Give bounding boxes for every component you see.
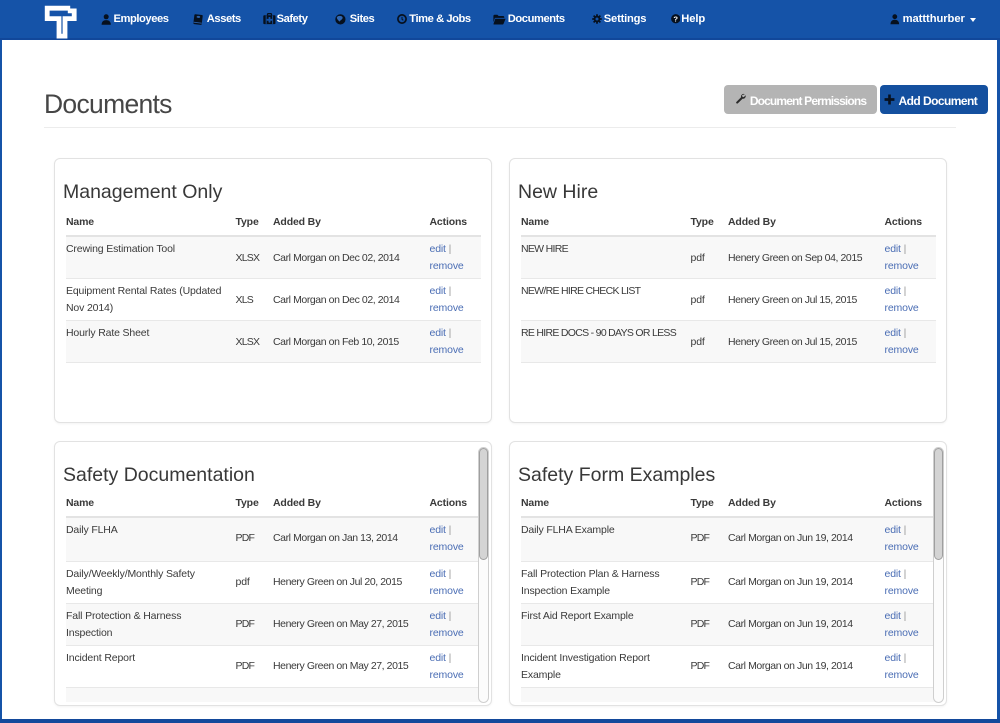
svg-text:?: ? [673,15,678,24]
